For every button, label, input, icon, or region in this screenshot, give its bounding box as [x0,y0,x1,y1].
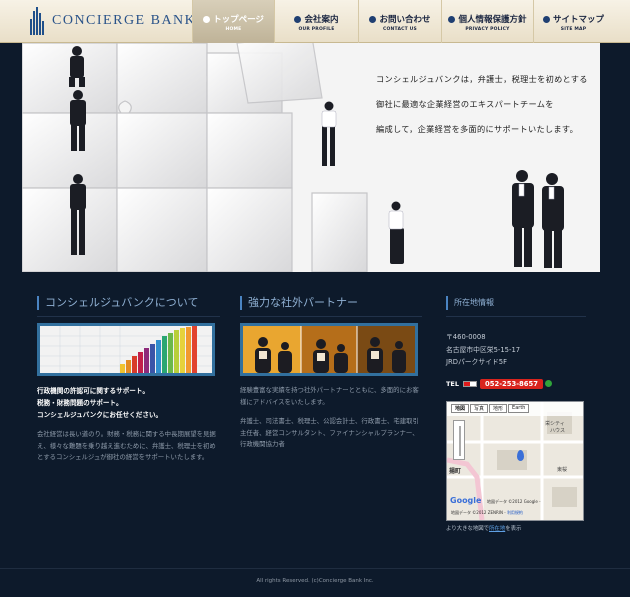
map-tab-earth[interactable]: Earth [508,403,530,413]
pencils-chart-image [37,323,215,376]
map-tab-terrain[interactable]: 地形 [489,403,508,413]
nav-bullet-icon [203,16,211,23]
section-title: 強力な社外パートナー [240,296,422,310]
section-title: コンシェルジュバンクについて [37,296,220,310]
about-section: コンシェルジュバンクについて 行政機関の許認可に関するサポート。 税務・財務問題… [37,296,220,464]
logo-text: CONCIERGE BANK [52,13,197,28]
hero-message: コンシェルジュバンクは，弁護士，税理士を初めとする 御社に最適な企業経営のエキス… [376,67,591,142]
nav-label: お問い合わせ [379,15,431,25]
divider [240,316,422,317]
footer-copyright: All rights Reserved. (c)Concierge Bank I… [256,578,374,584]
nav-sublabel: CONTACT US [383,27,417,32]
about-body: 会社経営は長い道のり。財務・税務に関する中長期展望を見据え、様々な難題を乗り越え… [37,430,216,461]
divider [446,316,586,317]
lead-line: 行政機関の許認可に関するサポート。 [37,387,149,395]
partners-photo [240,323,418,376]
nav-label: 個人情報保護方針 [458,15,527,25]
partners-list: 弁護士、司法書士、税理士、公認会計士、行政書士、宅建取引主任者、経営コンサルタン… [240,417,419,448]
flag-icon [463,380,478,387]
map-zoom-control[interactable] [453,419,465,460]
nav-sublabel: HOME [225,27,242,32]
zoom-slider-track [459,425,461,456]
section-title: 所在地情報 [446,296,586,310]
nav-sublabel: OUR PROFILE [298,27,335,32]
nav-home[interactable]: トップページ HOME [192,0,274,43]
divider [37,316,220,317]
hero-banner: コンシェルジュバンクは，弁護士，税理士を初めとする 御社に最適な企業経営のエキス… [22,43,600,272]
nav-label: サイトマップ [552,15,604,25]
phone-icon [544,380,552,387]
nav-bullet-icon [448,16,456,23]
nav-sitemap[interactable]: サイトマップ SITE MAP [533,0,613,43]
building-logo-icon [30,7,44,35]
nav-bullet-icon [369,16,377,23]
larger-map-link[interactable]: 所在地 [489,526,505,532]
map-label: ハウス [550,427,566,434]
map-attribution: 地図データ ©2012 Google - [487,498,541,504]
google-logo: Google [450,495,482,505]
nav-sublabel: SITE MAP [560,27,587,32]
main-nav: トップページ HOME 会社案内 OUR PROFILE お問い合わせ CONT… [192,0,613,43]
nav-bullet-icon [294,16,302,23]
nav-bullet-icon [542,16,550,23]
location-section: 所在地情報 〒460-0008 名古屋市中区栄5-15-17 JRDパークサイド… [446,296,586,532]
map-terms-link[interactable]: 利用規約 [507,510,523,515]
nav-sublabel: PRIVACY POLICY [465,27,510,32]
map-embed[interactable]: 地図 写真 地形 Earth 栄シティ ハウス 揚町 東桜 Google 地図デ… [446,400,584,521]
map-tab-map[interactable]: 地図 [451,403,470,413]
map-caption: より大きな地図で所在地を表示 [446,525,522,532]
map-attribution: 地図データ ©2012 ZENRIN - 利用規約 [451,509,523,515]
nav-label: 会社案内 [304,15,339,25]
footer-divider [0,568,630,569]
lead-line: コンシェルジュバンクにお任せください。 [37,411,163,419]
map-marker-icon[interactable] [517,449,524,461]
nav-privacy[interactable]: 個人情報保護方針 PRIVACY POLICY [441,0,533,43]
nav-label: トップページ [213,15,264,25]
partners-intro: 経験豊富な実績を持つ社外パートナーとともに、多面的にお客様にアドバイスをいたしま… [240,386,419,406]
map-label: 東桜 [557,466,568,473]
hero-line: コンシェルジュバンクは，弁護士，税理士を初めとする [376,74,588,84]
lead-line: 税務・財務問題のサポート。 [37,399,123,407]
phone-row: TEL 052-253-8657 [446,378,586,389]
site-header: CONCIERGE BANK トップページ HOME 会社案内 OUR PROF… [0,0,630,43]
logo[interactable]: CONCIERGE BANK [30,6,196,36]
about-lead: 行政機関の許認可に関するサポート。 税務・財務問題のサポート。 コンシェルジュバ… [37,385,220,421]
phone-number[interactable]: 052-253-8657 [480,378,543,389]
address-line: 〒460-0008 [446,333,486,341]
nav-profile[interactable]: 会社案内 OUR PROFILE [274,0,358,43]
hero-line: 編成して，企業経営を多面的にサポートいたします。 [376,124,579,134]
address-line: 名古屋市中区栄5-15-17 [446,345,521,354]
hero-line: 御社に最適な企業経営のエキスパートチームを [376,99,554,109]
partners-section: 強力な社外パートナー 経験豊富な実績を持つ社外パートナーとともに、多面的にお客様… [240,296,422,451]
map-tab-photo[interactable]: 写真 [470,403,489,413]
tel-label: TEL [446,379,460,388]
map-label: 栄シティ [545,420,565,427]
address: 〒460-0008 名古屋市中区栄5-15-17 JRDパークサイド5F [446,331,586,369]
nav-contact[interactable]: お問い合わせ CONTACT US [358,0,441,43]
map-label: 揚町 [449,467,462,475]
address-line: JRDパークサイド5F [446,358,507,366]
